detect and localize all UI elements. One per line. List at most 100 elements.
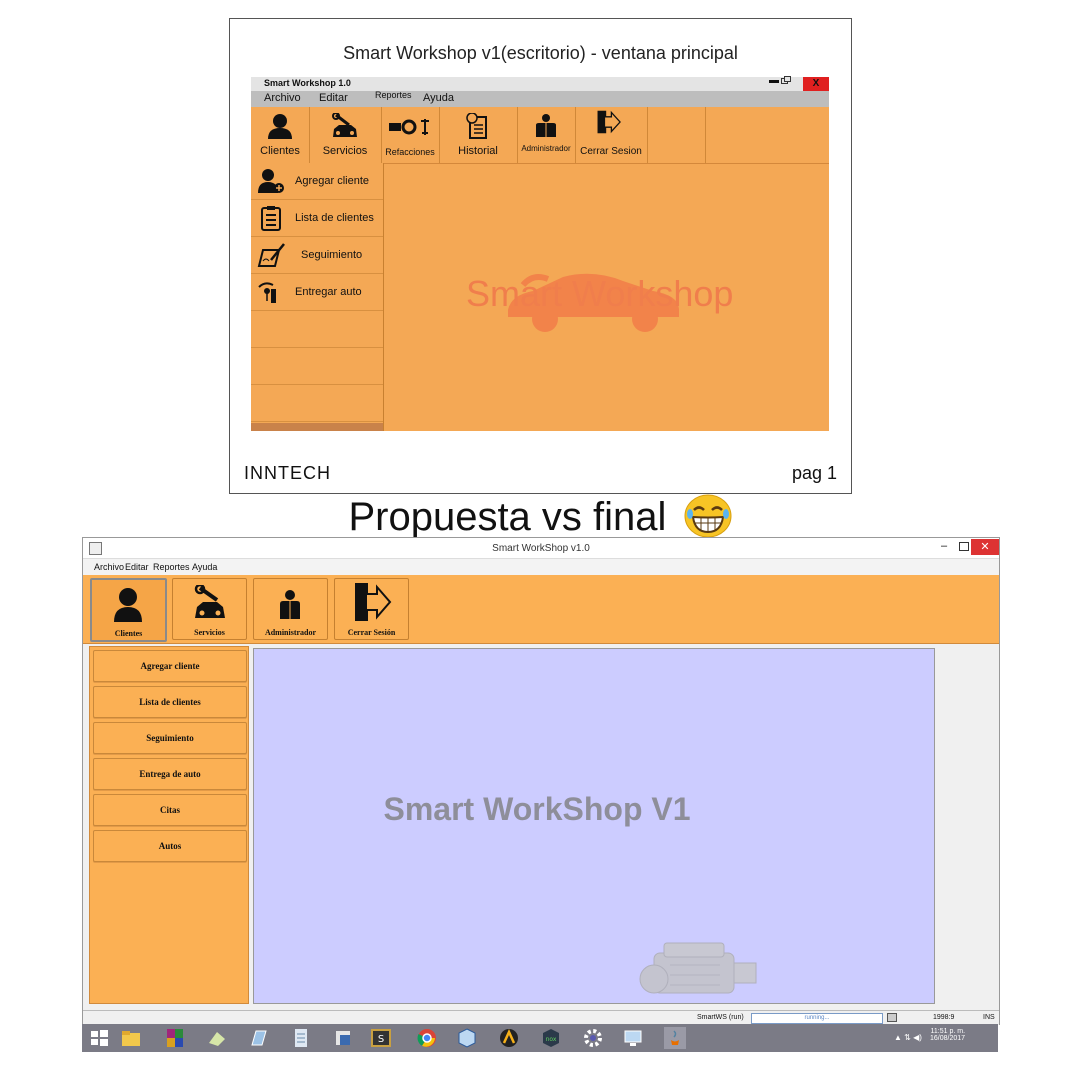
close-button[interactable]: X <box>803 77 829 91</box>
mockup-toolbar: Clientes Servicios Refacciones Historial… <box>251 107 829 164</box>
engine-logo-icon <box>639 942 757 994</box>
file-explorer-icon[interactable] <box>120 1027 142 1049</box>
tray-icons[interactable]: ▲ ⇅ ◀) <box>894 1033 922 1042</box>
menu-reportes[interactable]: Reportes <box>375 90 412 100</box>
tool-clientes[interactable]: Clientes <box>90 578 167 642</box>
nox-icon[interactable]: nox <box>540 1027 562 1049</box>
history-icon <box>466 113 487 139</box>
car-wrench-icon <box>332 113 357 137</box>
tool-clientes[interactable]: Clientes <box>251 107 310 163</box>
tool-servicios[interactable]: Servicios <box>309 107 382 163</box>
maximize-icon[interactable] <box>959 542 969 551</box>
network-icon[interactable] <box>622 1027 644 1049</box>
mockup-titlebar: Smart Workshop 1.0 ▬ X <box>251 75 829 91</box>
tool-label: Cerrar Sesion <box>580 146 642 157</box>
virtualbox-icon[interactable] <box>456 1027 478 1049</box>
side-label: Lista de clientes <box>295 212 374 224</box>
user-icon <box>114 588 142 622</box>
caption-text: Propuesta vs final <box>348 495 667 539</box>
tool-cerrar-sesion[interactable]: Cerrar Sesión <box>334 578 409 640</box>
tool-administrador[interactable]: Administrador <box>253 578 328 640</box>
tool-administrador[interactable]: Administrador <box>517 107 576 163</box>
tool-servicios[interactable]: Servicios <box>172 578 247 640</box>
taskbar-clock[interactable]: 11:51 p. m. 16/08/2017 <box>930 1028 965 1042</box>
status-mode: INS <box>983 1014 995 1021</box>
tool-label: Servicios <box>194 628 225 637</box>
logout-icon <box>355 583 392 621</box>
side-seguimiento[interactable]: Seguimiento <box>251 237 383 274</box>
side-empty-slot <box>251 385 383 422</box>
btn-agregar-cliente[interactable]: Agregar cliente <box>93 650 247 682</box>
document-icon[interactable] <box>290 1027 312 1049</box>
mockup-window: Smart Workshop 1.0 ▬ X Archivo Editar Re… <box>251 75 829 431</box>
final-window: Smart WorkShop v1.0 – ✕ Archivo Editar R… <box>82 537 1000 1025</box>
menu-archivo[interactable]: Archivo <box>264 92 301 104</box>
minimize-icon[interactable]: ▬ <box>769 75 779 86</box>
menu-editar[interactable]: Editar <box>125 562 149 572</box>
admin-icon <box>536 114 556 137</box>
caption: Propuesta vs final <box>0 494 1080 540</box>
chrome-icon[interactable] <box>416 1027 438 1049</box>
menu-ayuda[interactable]: Ayuda <box>192 562 217 572</box>
app-icon[interactable] <box>332 1027 354 1049</box>
logout-icon <box>597 110 621 134</box>
btn-autos[interactable]: Autos <box>93 830 247 862</box>
app-icon[interactable] <box>498 1027 520 1049</box>
tool-label: Historial <box>458 145 498 157</box>
close-icon[interactable]: ✕ <box>971 539 999 555</box>
mockup-window-title: Smart Workshop 1.0 <box>264 78 351 88</box>
minimize-icon[interactable]: – <box>941 540 947 552</box>
final-titlebar: Smart WorkShop v1.0 – ✕ <box>83 538 999 559</box>
side-agregar-cliente[interactable]: Agregar cliente <box>251 163 383 200</box>
svg-text:nox: nox <box>546 1036 557 1043</box>
side-label: Seguimiento <box>301 249 363 261</box>
final-window-title: Smart WorkShop v1.0 <box>492 543 590 554</box>
status-position: 1998:9 <box>933 1014 955 1021</box>
car-keys-icon <box>258 282 276 303</box>
tool-label: Clientes <box>114 629 143 638</box>
app-icon[interactable] <box>248 1027 270 1049</box>
side-label: Agregar cliente <box>295 175 369 187</box>
admin-icon <box>280 590 300 619</box>
clock-date: 16/08/2017 <box>930 1035 966 1042</box>
tool-label: Clientes <box>260 145 300 157</box>
taskbar: S nox ▲ ⇅ ◀) 11:51 p. m. 16/08/2017 <box>82 1024 998 1052</box>
final-watermark: Smart WorkShop V1 <box>383 791 691 827</box>
final-sidebar: Agregar cliente Lista de clientes Seguim… <box>89 646 249 1004</box>
menu-ayuda[interactable]: Ayuda <box>423 92 454 104</box>
windows-start-icon[interactable] <box>88 1027 110 1049</box>
status-progress-bar: running... <box>751 1013 883 1024</box>
btn-entrega-auto[interactable]: Entrega de auto <box>93 758 247 790</box>
side-lista-clientes[interactable]: Lista de clientes <box>251 200 383 237</box>
menu-editar[interactable]: Editar <box>319 92 348 104</box>
winrar-icon[interactable] <box>164 1027 186 1049</box>
btn-lista-clientes[interactable]: Lista de clientes <box>93 686 247 718</box>
tool-label: Administrador <box>521 144 571 153</box>
parts-icon <box>389 119 429 135</box>
btn-seguimiento[interactable]: Seguimiento <box>93 722 247 754</box>
car-wrench-icon <box>194 585 225 618</box>
settings-gear-icon[interactable] <box>582 1027 604 1049</box>
restore-icon[interactable] <box>781 76 791 84</box>
app-icon[interactable] <box>206 1027 228 1049</box>
side-empty-slot <box>251 348 383 385</box>
menu-archivo[interactable]: Archivo <box>94 562 124 572</box>
tool-label: Servicios <box>322 145 368 157</box>
tool-label: Administrador <box>264 628 317 637</box>
app-icon[interactable]: S <box>370 1027 392 1049</box>
java-icon[interactable] <box>664 1027 686 1049</box>
svg-text:S: S <box>378 1034 384 1045</box>
laughing-emoji-icon <box>684 494 732 538</box>
mockup-sidebar: Agregar cliente Lista de clientes Seguim… <box>251 163 384 431</box>
user-icon <box>268 114 292 139</box>
tool-refacciones[interactable]: Refacciones <box>381 107 440 163</box>
tool-cerrar-sesion[interactable]: Cerrar Sesion <box>575 107 648 163</box>
tool-historial[interactable]: Historial <box>439 107 518 163</box>
side-entregar-auto[interactable]: Entregar auto <box>251 274 383 311</box>
btn-citas[interactable]: Citas <box>93 794 247 826</box>
clipboard-list-icon <box>261 206 281 231</box>
mockup-menubar: Archivo Editar Reportes Ayuda <box>251 90 829 107</box>
stop-icon[interactable] <box>887 1013 897 1022</box>
add-user-icon <box>258 169 284 193</box>
menu-reportes[interactable]: Reportes <box>153 562 190 572</box>
